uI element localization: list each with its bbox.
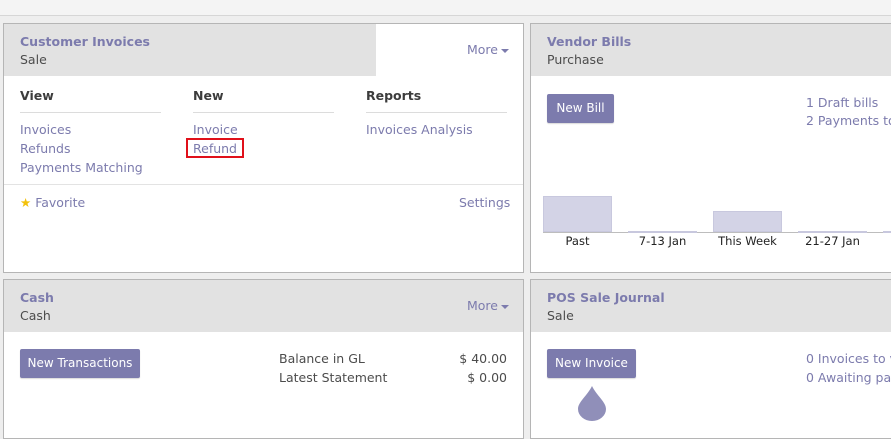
awaiting-payment-link[interactable]: 0 Awaiting pay <box>806 370 891 385</box>
invoices-to-validate-link[interactable]: 0 Invoices to v <box>806 351 891 366</box>
chart-bar[interactable] <box>543 196 612 232</box>
chart-bar[interactable] <box>883 231 891 233</box>
favorite-toggle[interactable]: ★ Favorite <box>20 195 85 210</box>
card-header <box>4 280 523 332</box>
settings-link[interactable]: Settings <box>459 195 510 210</box>
more-label: More <box>467 298 498 313</box>
menu-item-new-invoice[interactable]: Invoice <box>193 122 238 137</box>
balance-in-gl-value: $ 40.00 <box>459 351 507 366</box>
card-header <box>531 24 891 76</box>
pos-sale-journal-card: POS Sale Journal Sale New Invoice 0 Invo… <box>530 279 891 439</box>
chart-x-label: This Week <box>718 234 777 248</box>
divider <box>366 112 507 113</box>
payments-to-link[interactable]: 2 Payments to <box>806 113 891 128</box>
latest-statement-label: Latest Statement <box>279 370 388 385</box>
drag-drop-icon <box>578 386 606 421</box>
menu-item-refunds[interactable]: Refunds <box>20 141 71 156</box>
draft-bills-link[interactable]: 1 Draft bills <box>806 95 878 110</box>
menu-item-new-refund[interactable]: Refund <box>193 141 237 156</box>
balance-in-gl-label: Balance in GL <box>279 351 365 366</box>
vendor-bills-card: Vendor Bills Purchase New Bill 1 Draft b… <box>530 23 891 273</box>
caret-down-icon <box>501 304 509 309</box>
menu-item-invoices-analysis[interactable]: Invoices Analysis <box>366 122 473 137</box>
top-bar-strip <box>0 0 891 16</box>
chart-x-label: 28 <box>883 234 891 248</box>
new-transactions-button[interactable]: New Transactions <box>20 349 140 378</box>
card-header <box>531 280 891 332</box>
cash-card: Cash Cash More New Transactions Balance … <box>3 279 524 439</box>
card-subtitle: Sale <box>20 52 47 67</box>
card-title[interactable]: Vendor Bills <box>547 34 631 49</box>
new-bill-button[interactable]: New Bill <box>547 94 614 123</box>
chart-bar[interactable] <box>628 231 697 233</box>
customer-invoices-card: Customer Invoices Sale More View Invoice… <box>3 23 524 273</box>
chart-bar[interactable] <box>798 231 867 233</box>
divider <box>4 184 523 185</box>
caret-down-icon <box>501 48 509 53</box>
latest-statement-value: $ 0.00 <box>467 370 507 385</box>
new-invoice-button[interactable]: New Invoice <box>547 349 636 378</box>
card-title[interactable]: POS Sale Journal <box>547 290 665 305</box>
more-dropdown-toggle[interactable]: More <box>467 298 509 313</box>
bills-chart: Past 7-13 Jan This Week 21-27 Jan 28 <box>531 174 891 254</box>
chart-x-label: 21-27 Jan <box>805 234 860 248</box>
divider <box>193 112 334 113</box>
column-heading-view: View <box>20 88 54 103</box>
card-subtitle: Sale <box>547 308 574 323</box>
card-title[interactable]: Cash <box>20 290 54 305</box>
chart-x-label: 7-13 Jan <box>638 234 687 248</box>
more-dropdown-toggle[interactable]: More <box>467 42 509 57</box>
chart-bar[interactable] <box>713 211 782 232</box>
card-header <box>4 24 376 76</box>
card-subtitle: Purchase <box>547 52 604 67</box>
favorite-label: Favorite <box>35 195 86 210</box>
card-title[interactable]: Customer Invoices <box>20 34 150 49</box>
column-heading-new: New <box>193 88 224 103</box>
more-label: More <box>467 42 498 57</box>
column-heading-reports: Reports <box>366 88 422 103</box>
star-icon: ★ <box>20 195 32 210</box>
card-subtitle: Cash <box>20 308 51 323</box>
chart-x-label: Past <box>565 234 590 248</box>
divider <box>20 112 161 113</box>
menu-item-invoices[interactable]: Invoices <box>20 122 71 137</box>
menu-item-payments-matching[interactable]: Payments Matching <box>20 160 143 175</box>
